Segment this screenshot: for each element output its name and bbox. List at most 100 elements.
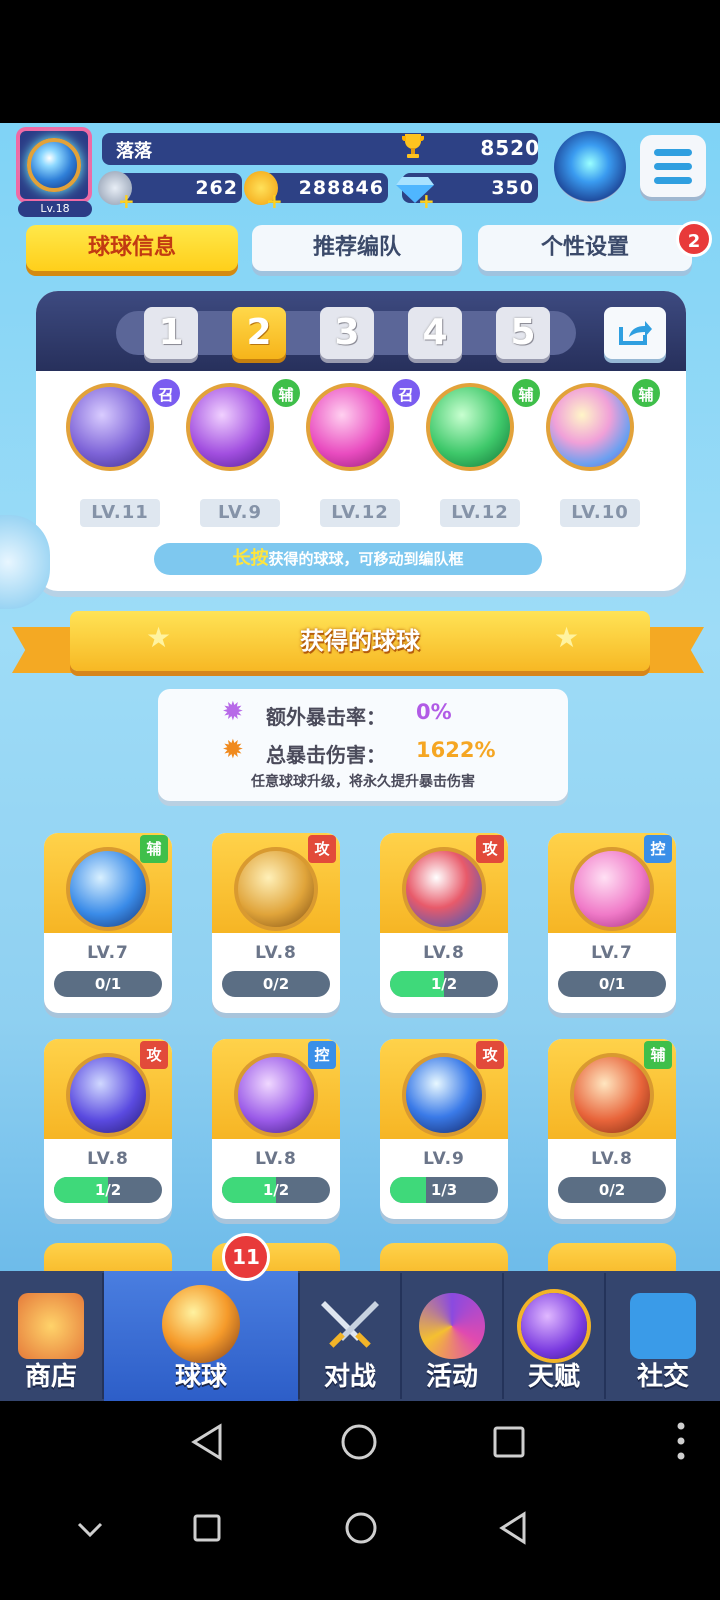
crit-damage-icon: ✹	[222, 735, 244, 765]
secondary-nav-bar	[0, 1481, 720, 1600]
tab-personal-settings[interactable]: 个性设置	[478, 225, 692, 271]
team-slot-4[interactable]: 4	[408, 307, 462, 359]
nav-social[interactable]: 社交	[606, 1271, 720, 1401]
menu-button[interactable]	[640, 135, 706, 197]
recents-icon[interactable]	[492, 1425, 526, 1459]
team-ball-2[interactable]	[186, 383, 282, 479]
add-stars-icon[interactable]: +	[118, 189, 135, 213]
hint-text: 获得的球球，可移动到编队框	[268, 550, 464, 568]
avatar[interactable]	[16, 127, 92, 203]
home-icon[interactable]	[340, 1423, 378, 1461]
ball-orb-icon	[570, 1053, 654, 1137]
team-slot-1[interactable]: 1	[144, 307, 198, 359]
planet-icon	[521, 1293, 587, 1359]
ball-orb-icon	[66, 847, 150, 931]
gems-count: 350	[491, 177, 534, 199]
team-slot-5[interactable]: 5	[496, 307, 550, 359]
balls-notification-badge: 11	[222, 1233, 270, 1281]
team-ball-1[interactable]	[66, 383, 162, 479]
nav-talent[interactable]: 天赋	[504, 1271, 604, 1401]
add-gems-icon[interactable]: +	[418, 189, 435, 213]
tab-recommended-team[interactable]: 推荐编队	[252, 225, 462, 271]
ball-type-badge: 召	[150, 377, 182, 409]
team-ball-3[interactable]	[306, 383, 402, 479]
menu-line	[654, 148, 692, 156]
ball-card[interactable]: 攻 LV.8 1/2	[44, 1039, 172, 1219]
ball-card[interactable]: 攻 LV.8 0/2	[212, 833, 340, 1013]
ball-level: LV.7	[87, 943, 129, 963]
nav-battle[interactable]: 对战	[300, 1271, 400, 1401]
star-icon: ★	[146, 621, 172, 654]
chat-heart-icon	[630, 1293, 696, 1359]
ball-type-badge: 辅	[270, 377, 302, 409]
nav-events[interactable]: 活动	[402, 1271, 502, 1401]
nav-shop[interactable]: 商店	[0, 1271, 102, 1401]
ball-card[interactable]: 辅 LV.7 0/1	[44, 833, 172, 1013]
ball-type-badge: 辅	[510, 377, 542, 409]
progress-text: 0/1	[94, 975, 122, 993]
upgrade-progress-bar: 1/3	[390, 1177, 498, 1203]
back-icon[interactable]	[190, 1423, 226, 1461]
nav-events-label: 活动	[425, 1362, 478, 1392]
progress-text: 1/3	[430, 1181, 458, 1199]
upgrade-progress-bar: 0/2	[222, 971, 330, 997]
ball-level: LV.8	[591, 1149, 633, 1169]
extra-crit-label: 额外暴击率：	[266, 705, 386, 729]
back-icon[interactable]	[498, 1511, 528, 1545]
ball-card[interactable]: 控 LV.8 1/2	[212, 1039, 340, 1219]
share-icon	[619, 321, 652, 345]
collapse-icon[interactable]	[76, 1521, 104, 1539]
recents-icon[interactable]	[192, 1513, 222, 1543]
team-ball-4[interactable]	[426, 383, 522, 479]
trophy-count: 8520	[480, 136, 540, 160]
leaf-ball-icon	[186, 383, 274, 471]
ball-card[interactable]: 控 LV.7 0/1	[548, 833, 676, 1013]
dagger-ball-icon	[306, 383, 394, 471]
player-name: 落落	[116, 141, 152, 162]
progress-text: 0/1	[598, 975, 626, 993]
shop-icon	[18, 1293, 84, 1359]
crossed-swords-icon	[321, 1301, 379, 1348]
banner-ribbon-right	[644, 627, 704, 673]
team-slot-3[interactable]: 3	[320, 307, 374, 359]
menu-line	[654, 162, 692, 170]
progress-text: 1/2	[94, 1181, 122, 1199]
ball-orb-icon	[402, 847, 486, 931]
upgrade-progress-bar: 0/2	[558, 1177, 666, 1203]
tab-ball-info[interactable]: 球球信息	[26, 225, 238, 271]
upgrade-progress-bar: 0/1	[558, 971, 666, 997]
ball-type-badge: 攻	[140, 1041, 168, 1069]
ball-type-badge: 控	[308, 1041, 336, 1069]
ghost-ball-icon	[66, 383, 154, 471]
nav-battle-label: 对战	[323, 1362, 376, 1392]
stars-count: 262	[195, 177, 238, 199]
nav-shop-label: 商店	[24, 1362, 77, 1392]
balls-icon	[162, 1285, 240, 1363]
ball-level: LV.8	[255, 943, 297, 963]
ball-type-badge: 辅	[630, 377, 662, 409]
crit-note: 任意球球升级，将永久提升暴击伤害	[251, 774, 475, 790]
ball-type-badge: 攻	[308, 835, 336, 863]
add-coins-icon[interactable]: +	[266, 189, 283, 213]
nav-talent-label: 天赋	[527, 1362, 580, 1392]
more-options-icon[interactable]	[676, 1421, 686, 1461]
ball-level: LV.7	[591, 943, 633, 963]
nav-balls[interactable]: 球球	[104, 1271, 298, 1401]
coins-count: 288846	[298, 177, 384, 199]
team-ball-level: LV.9	[200, 499, 280, 527]
upgrade-progress-bar: 1/2	[54, 1177, 162, 1203]
team-slot-2[interactable]: 2	[232, 307, 286, 359]
nav-divider	[400, 1273, 402, 1399]
rank-medal-icon[interactable]	[554, 131, 626, 203]
share-button[interactable]	[604, 307, 666, 359]
ball-card[interactable]: 辅 LV.8 0/2	[548, 1039, 676, 1219]
home-icon[interactable]	[344, 1511, 378, 1545]
ball-level: LV.8	[423, 943, 465, 963]
nav-balls-label: 球球	[174, 1362, 227, 1392]
nav-divider	[604, 1273, 606, 1399]
ball-card[interactable]: 攻 LV.8 1/2	[380, 833, 508, 1013]
team-ball-5[interactable]	[546, 383, 642, 479]
upgrade-progress-bar: 1/2	[390, 971, 498, 997]
ball-card[interactable]: 攻 LV.9 1/3	[380, 1039, 508, 1219]
total-crit-label: 总暴击伤害：	[266, 743, 386, 767]
